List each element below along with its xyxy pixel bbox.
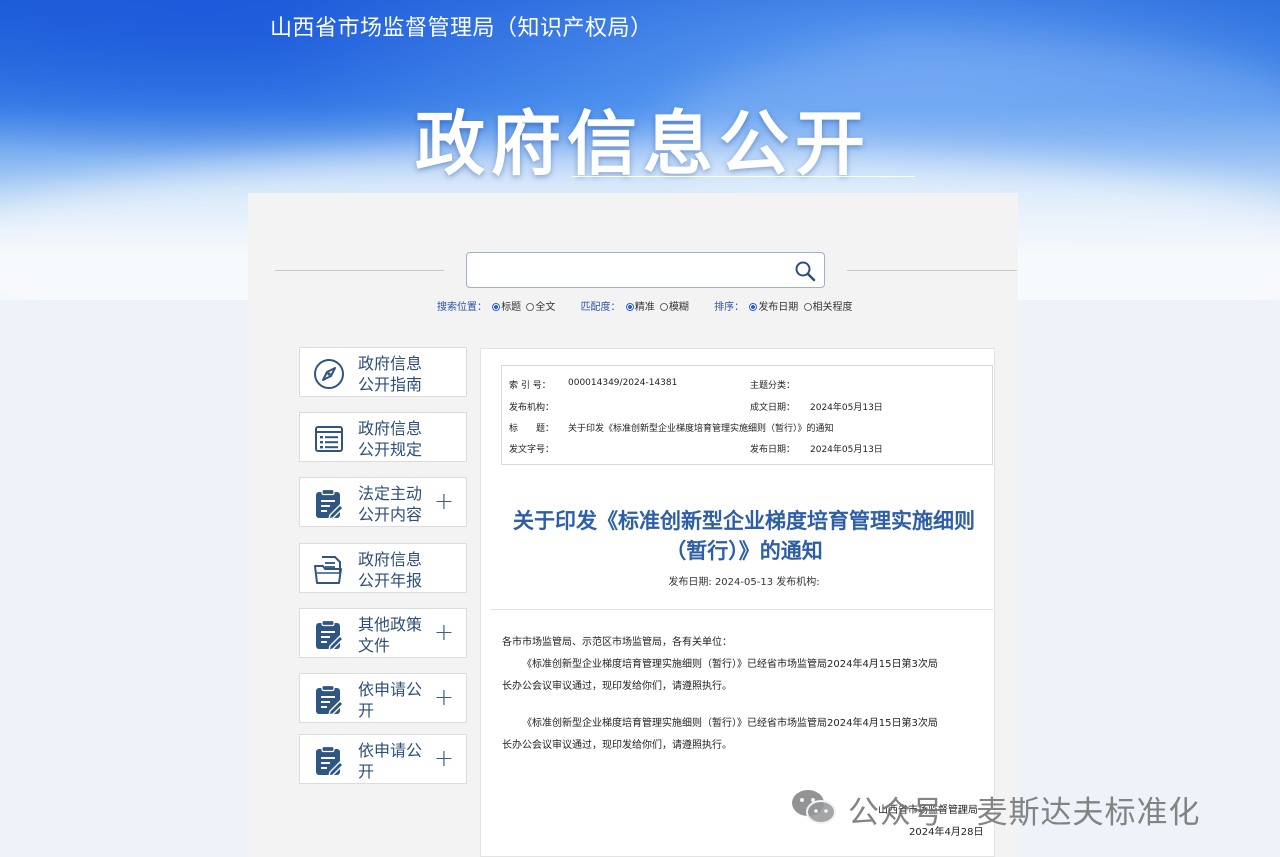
meta-topic: 主题分类： <box>750 378 795 391</box>
title-underline <box>572 176 915 177</box>
document-title-line2: （暂行）》的通知 <box>665 539 823 563</box>
meta-label: 成文日期： <box>750 403 796 413</box>
search-scope-group: 搜索位置： 标题 全文 <box>437 302 559 313</box>
sidebar-item-annual-report[interactable]: 政府信息公开年报 <box>299 543 467 593</box>
expand-plus-icon[interactable]: + <box>434 489 454 513</box>
sort-date-radio[interactable] <box>749 303 758 311</box>
sidebar-item-guide[interactable]: 政府信息公开指南 <box>299 347 467 397</box>
compass-icon <box>314 359 344 389</box>
meta-pubdate-value: 2024年05月13日 <box>810 445 883 455</box>
expand-plus-icon[interactable]: + <box>434 746 454 770</box>
meta-label: 发布机构： <box>509 403 555 413</box>
sidebar-item-label: 政府信息公开年报 <box>358 550 423 590</box>
document-para2-line1: 《标准创新型企业梯度培育管理实施细则（暂行）》已经省市场监管局2024年4月15… <box>522 718 938 729</box>
meta-title-value: 关于印发《标准创新型企业梯度培育管理实施细则（暂行）》的通知 <box>568 424 834 434</box>
watermark-text: 公众号 · 麦斯达夫标准化 <box>848 795 1201 831</box>
document-subtitle: 发布日期: 2024-05-13 发布机构: <box>668 577 820 588</box>
sidebar-item-label: 其他政策文件 <box>358 615 423 655</box>
search-box <box>466 252 825 288</box>
search-match-group: 匹配度： 精准 模糊 <box>581 302 693 313</box>
sidebar-item-label: 法定主动公开内容 <box>358 484 423 524</box>
clipboard-edit-icon <box>316 684 344 716</box>
scope-title-radio[interactable] <box>492 303 501 311</box>
match-exact-label[interactable]: 精准 <box>635 302 655 313</box>
expand-plus-icon[interactable]: + <box>434 620 454 644</box>
meta-label: 主题分类： <box>750 381 796 391</box>
clipboard-edit-icon <box>316 488 344 520</box>
meta-created-value: 2024年05月13日 <box>810 403 883 413</box>
clipboard-edit-icon <box>316 745 344 777</box>
meta-index: 索 引 号： <box>509 378 551 391</box>
sidebar-item-request-disclosure-2[interactable]: 依申请公开 + <box>299 734 467 784</box>
meta-label: 索 引 号： <box>509 381 551 391</box>
search-icon[interactable] <box>794 260 816 282</box>
document-title-line1: 关于印发《标准创新型企业梯度培育管理实施细则 <box>513 509 975 533</box>
sidebar-item-label: 政府信息公开指南 <box>358 354 423 394</box>
sidebar-item-regulations[interactable]: 政府信息公开规定 <box>299 412 467 462</box>
wechat-icon <box>792 790 836 824</box>
meta-docno: 发文字号： <box>509 442 554 455</box>
search-scope-label: 搜索位置： <box>437 302 487 313</box>
scope-fulltext-radio[interactable] <box>526 303 535 311</box>
document-title: 关于印发《标准创新型企业梯度培育管理实施细则 （暂行）》的通知 <box>490 506 998 566</box>
sidebar-item-label: 依申请公开 <box>358 741 423 781</box>
sort-relevance-radio[interactable] <box>803 303 812 311</box>
meta-index-value: 000014349/2024-14381 <box>568 378 678 388</box>
meta-created: 成文日期： <box>750 400 795 413</box>
meta-publisher: 发布机构： <box>509 400 554 413</box>
match-fuzzy-label[interactable]: 模糊 <box>669 302 689 313</box>
meta-label: 发布日期： <box>750 445 796 455</box>
sidebar-item-other-policies[interactable]: 其他政策文件 + <box>299 608 467 658</box>
search-match-label: 匹配度： <box>580 302 621 313</box>
clipboard-edit-icon <box>316 619 344 651</box>
sidebar-item-label: 政府信息公开规定 <box>358 419 423 459</box>
org-name[interactable]: 山西省市场监督管理局（知识产权局） <box>270 10 653 42</box>
scope-fulltext-label[interactable]: 全文 <box>535 302 555 313</box>
sort-relevance-label[interactable]: 相关程度 <box>813 302 853 313</box>
folder-document-icon <box>314 556 342 584</box>
expand-plus-icon[interactable]: + <box>434 685 454 709</box>
meta-title: 标 题： <box>509 421 554 434</box>
search-input[interactable] <box>475 259 785 281</box>
sidebar-item-request-disclosure[interactable]: 依申请公开 + <box>299 673 467 723</box>
page-title: 政府信息公开 <box>415 103 871 185</box>
match-fuzzy-radio[interactable] <box>659 303 668 311</box>
search-sort-group: 排序： 发布日期 相关程度 <box>714 302 852 313</box>
sidebar-item-proactive-disclosure[interactable]: 法定主动公开内容 + <box>299 477 467 527</box>
sidebar-item-label: 依申请公开 <box>358 680 423 720</box>
sort-date-label[interactable]: 发布日期 <box>758 302 798 313</box>
search-sort-label: 排序： <box>714 302 745 313</box>
meta-label: 标 题： <box>509 424 555 434</box>
list-document-icon <box>315 426 343 452</box>
match-exact-radio[interactable] <box>625 303 634 311</box>
document-divider <box>490 609 993 610</box>
document-para2-line2: 长办公会议审议通过，现印发给你们，请遵照执行。 <box>502 740 732 751</box>
meta-label: 发文字号： <box>509 445 555 455</box>
search-divider-right <box>847 270 1017 271</box>
search-options: 搜索位置： 标题 全文 匹配度： 精准 模糊 排序： 发布日期 相关程度 <box>437 298 853 313</box>
document-para1-line1: 《标准创新型企业梯度培育管理实施细则（暂行）》已经省市场监管局2024年4月15… <box>522 659 938 670</box>
search-divider-left <box>275 270 444 271</box>
meta-pubdate: 发布日期： <box>750 442 795 455</box>
document-salutation: 各市市场监管局、示范区市场监管局，各有关单位： <box>502 637 732 648</box>
scope-title-label[interactable]: 标题 <box>501 302 521 313</box>
document-para1-line2: 长办公会议审议通过，现印发给你们，请遵照执行。 <box>502 681 732 692</box>
